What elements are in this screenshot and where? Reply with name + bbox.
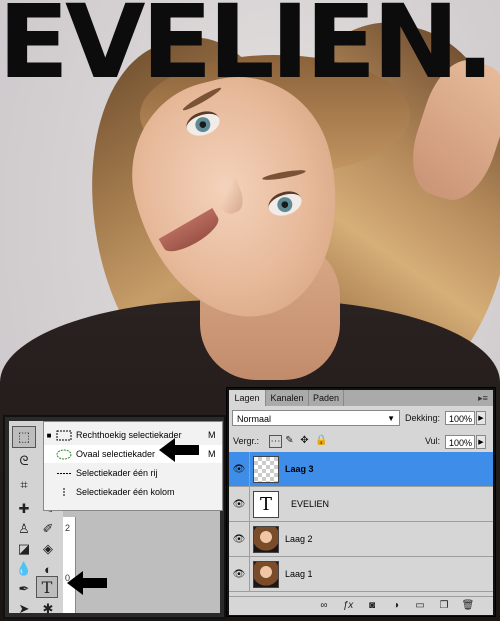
path-selection-tool[interactable]: ➤ [13, 599, 35, 619]
panel-tabs: Lagen Kanalen Paden ▸≡ [229, 390, 493, 406]
adjustment-layer-icon[interactable]: ◑ [389, 599, 403, 613]
lasso-tool[interactable]: ᘓ [13, 451, 35, 471]
elliptical-marquee-icon [56, 449, 72, 459]
layer-mask-icon[interactable]: ◙ [365, 599, 379, 613]
tab-kanalen[interactable]: Kanalen [266, 390, 309, 406]
layer-name: Laag 3 [285, 464, 314, 474]
layer-thumbnail [253, 456, 279, 483]
title-text: EVELIEN. [0, 0, 495, 102]
layers-panel-body: Lagen Kanalen Paden ▸≡ Normaal ▼ Dekking… [229, 390, 493, 615]
flyout-item-label: Selectiekader één rij [76, 468, 158, 478]
tools-panel: ⬚ ᘓ ⌗ ✚ ✎ ♙ ✐ ◪ ◈ 💧 ◐ ✒ T ➤ ✱ 2 0 ■ Rech… [3, 415, 226, 619]
lock-pixels-icon[interactable]: ✎ [284, 435, 295, 446]
lock-transparency-icon[interactable]: ⋯ [269, 435, 282, 448]
lock-all-icon[interactable]: 🔒 [315, 435, 327, 446]
link-layers-icon[interactable]: ∞ [317, 599, 331, 613]
fill-label: Vul: [425, 436, 441, 446]
delete-layer-icon[interactable]: 🗑 [461, 599, 475, 613]
text-layer-thumbnail-icon: T [253, 491, 279, 518]
paint-bucket-tool[interactable]: ◈ [37, 539, 59, 559]
vertical-ruler: 2 0 [63, 517, 76, 613]
eye-icon[interactable]: 👁 [229, 487, 250, 521]
lock-position-icon[interactable]: ✥ [299, 435, 310, 446]
blur-tool[interactable]: 💧 [13, 559, 35, 579]
blend-mode-value: Normaal [237, 414, 272, 424]
new-group-icon[interactable]: ▭ [413, 599, 427, 613]
ruler-mark: 2 [65, 523, 71, 533]
healing-brush-tool[interactable]: ✚ [13, 499, 35, 519]
opacity-label: Dekking: [405, 413, 441, 423]
custom-shape-tool[interactable]: ✱ [37, 599, 59, 619]
selected-bullet-icon: ■ [46, 430, 52, 440]
layer-name: Laag 1 [285, 569, 313, 579]
layer-thumbnail [253, 526, 279, 553]
single-row-marquee-icon [57, 472, 71, 474]
flyout-item-single-column-marquee[interactable]: Selectiekader één kolom [44, 483, 222, 501]
panel-menu-icon[interactable]: ▸≡ [475, 392, 491, 404]
blend-row: Normaal ▼ Dekking: 100% ▶ [229, 408, 493, 430]
crop-tool[interactable]: ⌗ [13, 475, 35, 495]
chevron-down-icon: ▼ [387, 414, 395, 423]
layer-row-laag-3[interactable]: 👁 Laag 3 [229, 452, 493, 487]
layer-row-evelien[interactable]: 👁 T EVELIEN [229, 487, 493, 522]
fill-slider-arrow-icon[interactable]: ▶ [476, 435, 486, 449]
tab-lagen[interactable]: Lagen [229, 390, 266, 406]
opacity-slider-arrow-icon[interactable]: ▶ [476, 411, 486, 425]
opacity-input[interactable]: 100% [445, 411, 475, 425]
layer-style-fx-icon[interactable]: ƒx [341, 599, 355, 613]
layer-row-laag-2[interactable]: 👁 Laag 2 [229, 522, 493, 557]
single-column-marquee-icon [63, 487, 65, 497]
eye-icon[interactable]: 👁 [229, 452, 250, 486]
tab-paden[interactable]: Paden [309, 390, 344, 406]
pen-tool[interactable]: ✒ [13, 579, 35, 599]
type-tool[interactable]: T [36, 576, 58, 598]
layer-name: EVELIEN [291, 499, 330, 509]
new-layer-icon[interactable]: ❐ [437, 599, 451, 613]
rectangular-marquee-tool[interactable]: ⬚ [12, 426, 36, 448]
marquee-tool-flyout: ■ Rechthoekig selectiekader M Ovaal sele… [43, 421, 223, 511]
eye-icon[interactable]: 👁 [229, 522, 250, 556]
flyout-item-shortcut: M [208, 449, 216, 459]
rectangular-marquee-icon [56, 430, 72, 440]
eraser-tool[interactable]: ◪ [13, 539, 35, 559]
layers-list: 👁 Laag 3 👁 T EVELIEN 👁 Laag 2 👁 Laag 1 [229, 452, 493, 592]
blend-mode-select[interactable]: Normaal ▼ [232, 410, 400, 426]
flyout-item-label: Selectiekader één kolom [76, 487, 175, 497]
layers-panel: Lagen Kanalen Paden ▸≡ Normaal ▼ Dekking… [226, 387, 496, 617]
eye-icon[interactable]: 👁 [229, 557, 250, 591]
flyout-item-single-row-marquee[interactable]: Selectiekader één rij [44, 464, 222, 482]
layers-bottom-bar: ∞ ƒx ◙ ◑ ▭ ❐ 🗑 [229, 596, 493, 615]
left-arrow-icon [67, 571, 107, 595]
layer-name: Laag 2 [285, 534, 313, 544]
layer-row-laag-1[interactable]: 👁 Laag 1 [229, 557, 493, 592]
layer-thumbnail [253, 561, 279, 588]
flyout-item-shortcut: M [208, 430, 216, 440]
dodge-tool[interactable]: ◐ [37, 559, 59, 579]
history-brush-tool[interactable]: ✐ [37, 519, 59, 539]
lock-row: Vergr.: ⋯ ✎ ✥ 🔒 Vul: 100% ▶ [229, 432, 493, 452]
lock-label: Vergr.: [233, 436, 260, 446]
clone-stamp-tool[interactable]: ♙ [13, 519, 35, 539]
left-arrow-icon [159, 438, 199, 462]
fill-input[interactable]: 100% [445, 435, 475, 449]
